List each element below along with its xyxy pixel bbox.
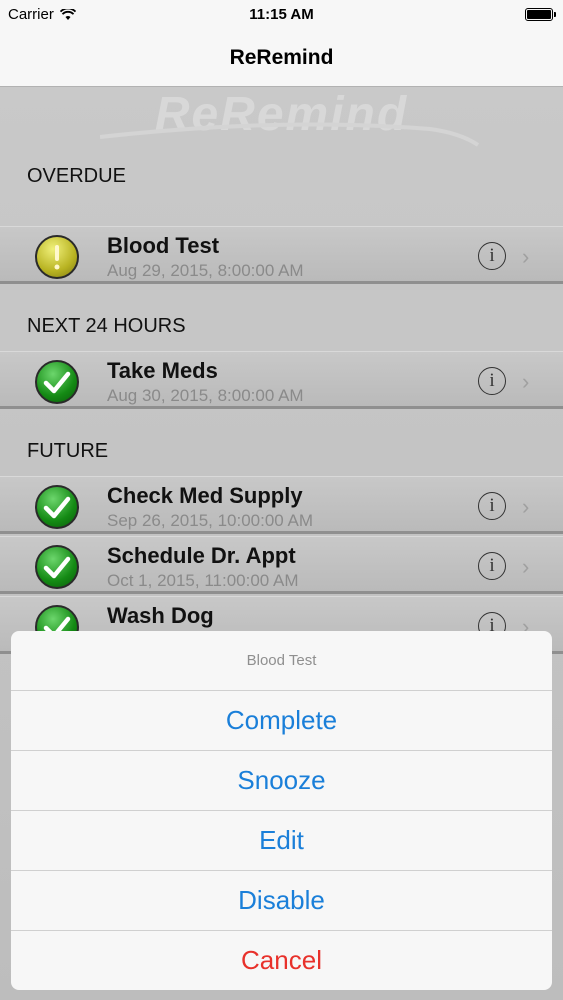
action-sheet: Blood Test Complete Snooze Edit Disable … [11, 631, 552, 990]
action-sheet-title: Blood Test [11, 631, 552, 691]
snooze-button[interactable]: Snooze [11, 751, 552, 811]
edit-button[interactable]: Edit [11, 811, 552, 871]
complete-button[interactable]: Complete [11, 691, 552, 751]
disable-button[interactable]: Disable [11, 871, 552, 931]
cancel-button[interactable]: Cancel [11, 931, 552, 990]
